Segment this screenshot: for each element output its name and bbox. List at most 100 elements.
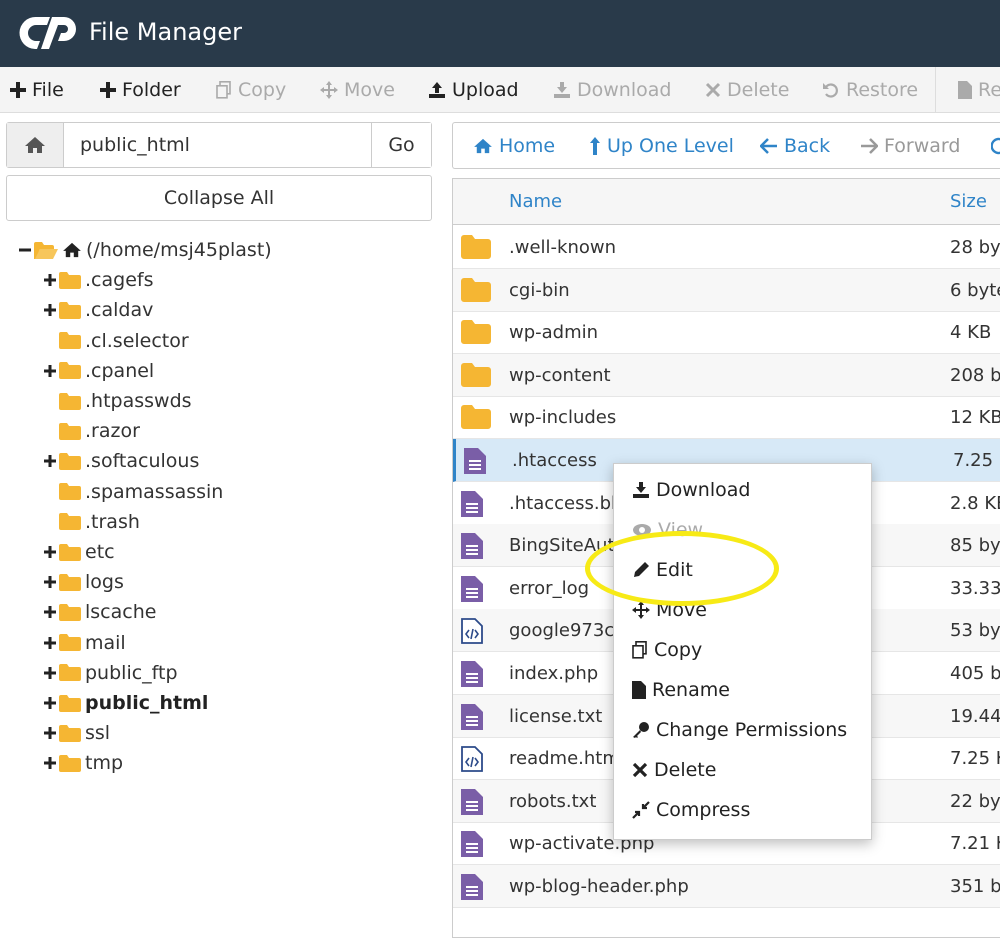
copy-button[interactable]: Copy	[216, 67, 286, 113]
tree-item[interactable]: public_html	[43, 689, 208, 717]
column-header-name[interactable]: Name	[509, 191, 562, 212]
tree-item[interactable]: .caldav	[43, 296, 153, 324]
folder-icon	[59, 603, 81, 621]
tree-item[interactable]: ssl	[43, 719, 110, 747]
expand-toggle-icon[interactable]	[43, 666, 57, 679]
menu-item-edit[interactable]: Edit	[632, 556, 693, 584]
expand-toggle-icon[interactable]	[43, 697, 57, 709]
file-name[interactable]: .well-known	[509, 237, 616, 258]
home-directory-button[interactable]	[7, 123, 64, 167]
menu-item-change-permissions[interactable]: Change Permissions	[632, 716, 847, 744]
code-file-icon	[461, 618, 483, 645]
go-button[interactable]: Go	[371, 123, 431, 167]
tree-item[interactable]: mail	[43, 629, 126, 657]
tree-item[interactable]: logs	[43, 568, 124, 596]
menu-item-move[interactable]: Move	[632, 596, 707, 624]
folder-icon	[59, 724, 81, 742]
folder-icon	[59, 634, 81, 652]
tree-item[interactable]: .htpasswds	[43, 387, 192, 415]
collapse-all-button[interactable]: Collapse All	[6, 175, 432, 221]
file-name[interactable]: wp-admin	[509, 322, 598, 343]
tree-item[interactable]: .cagefs	[43, 266, 153, 294]
expand-toggle-icon[interactable]	[43, 606, 57, 619]
file-name[interactable]: BingSiteAuth	[509, 535, 626, 556]
new-folder-button[interactable]: Folder	[100, 67, 181, 113]
file-name[interactable]: google973ca	[509, 620, 625, 641]
table-row[interactable]: wp-content 208 by	[453, 353, 1000, 397]
expand-toggle-icon[interactable]	[43, 727, 57, 740]
move-button[interactable]: Move	[320, 67, 395, 113]
file-name[interactable]: readme.htm	[509, 748, 620, 769]
up-one-level-button[interactable]: Up One Level	[589, 123, 734, 169]
forward-button[interactable]: Forward	[860, 123, 960, 169]
tree-root[interactable]: (/home/msj45plast)	[18, 236, 272, 264]
new-file-button[interactable]: File	[10, 67, 64, 113]
table-row[interactable]: wp-admin 4 KB	[453, 311, 1000, 355]
expand-toggle-icon[interactable]	[43, 636, 57, 649]
tree-item[interactable]: .trash	[43, 508, 140, 536]
file-name[interactable]: .htaccess	[512, 450, 597, 471]
copy-icon	[216, 81, 232, 99]
level-up-icon	[589, 137, 601, 155]
back-button[interactable]: Back	[760, 123, 830, 169]
tree-item[interactable]: lscache	[43, 598, 156, 626]
tree-item-label: logs	[85, 571, 124, 594]
tree-item-label: (/home/msj45plast)	[86, 239, 272, 261]
path-input[interactable]	[71, 123, 371, 167]
file-name[interactable]: robots.txt	[509, 791, 596, 812]
tree-item[interactable]: .cpanel	[43, 357, 154, 385]
rename-button[interactable]: Re	[958, 67, 1000, 113]
column-header-size[interactable]: Size	[950, 191, 987, 212]
tree-item[interactable]: .razor	[43, 417, 140, 445]
menu-item-download[interactable]: Download	[632, 476, 750, 504]
toolbar: File Folder Copy Move Upload Download De…	[0, 67, 1000, 113]
file-name[interactable]: error_log	[509, 578, 589, 599]
tree-item[interactable]: public_ftp	[43, 659, 178, 687]
expand-toggle-icon[interactable]	[43, 757, 57, 770]
expand-toggle-icon[interactable]	[43, 304, 57, 317]
tree-item[interactable]: tmp	[43, 749, 123, 777]
compress-icon	[632, 801, 650, 819]
delete-button[interactable]: Delete	[705, 67, 789, 113]
expand-toggle-icon[interactable]	[43, 274, 57, 287]
expand-toggle-icon[interactable]	[43, 576, 57, 589]
folder-icon	[59, 301, 81, 319]
file-name[interactable]: license.txt	[509, 706, 602, 727]
tree-item-label: .razor	[85, 420, 140, 443]
menu-item-compress[interactable]: Compress	[632, 796, 750, 824]
menu-item-copy[interactable]: Copy	[632, 636, 702, 664]
table-row[interactable]: .well-known 28 byt	[453, 226, 1000, 269]
file-name[interactable]: index.php	[509, 663, 598, 684]
expand-toggle-icon[interactable]	[43, 455, 57, 468]
undo-icon	[822, 81, 840, 99]
cpanel-logo-icon[interactable]	[18, 13, 82, 53]
tree-item[interactable]: .cl.selector	[43, 327, 189, 355]
table-row[interactable]: wp-blog-header.php 351 by	[453, 865, 1000, 908]
tree-item[interactable]: etc	[43, 538, 115, 566]
file-name[interactable]: wp-includes	[509, 407, 616, 428]
expand-toggle-icon[interactable]	[43, 364, 57, 377]
file-name[interactable]: wp-content	[509, 365, 611, 386]
upload-button[interactable]: Upload	[428, 67, 519, 113]
collapse-toggle-icon[interactable]	[18, 244, 32, 256]
tree-item-label: .cpanel	[85, 359, 155, 382]
menu-item-delete[interactable]: Delete	[632, 756, 716, 784]
download-button[interactable]: Download	[553, 67, 671, 113]
file-name[interactable]: .htaccess.bk	[509, 493, 621, 514]
arrow-left-icon	[760, 138, 778, 154]
eye-icon	[632, 523, 652, 537]
table-row[interactable]: cgi-bin 6 byte	[453, 268, 1000, 312]
table-row[interactable]: wp-includes 12 KB	[453, 396, 1000, 440]
restore-button[interactable]: Restore	[822, 67, 918, 113]
folder-icon	[59, 422, 81, 440]
tree-item[interactable]: .spamassassin	[43, 478, 223, 506]
home-nav-button[interactable]: Home	[473, 123, 555, 169]
menu-item-view[interactable]: View	[632, 516, 703, 544]
tree-item[interactable]: .softaculous	[43, 447, 199, 475]
expand-toggle-icon[interactable]	[43, 546, 57, 558]
menu-item-rename[interactable]: Rename	[632, 676, 730, 704]
reload-icon[interactable]	[991, 123, 1000, 169]
file-name[interactable]: wp-blog-header.php	[509, 876, 689, 897]
file-name[interactable]: cgi-bin	[509, 280, 570, 301]
close-icon	[705, 82, 721, 98]
